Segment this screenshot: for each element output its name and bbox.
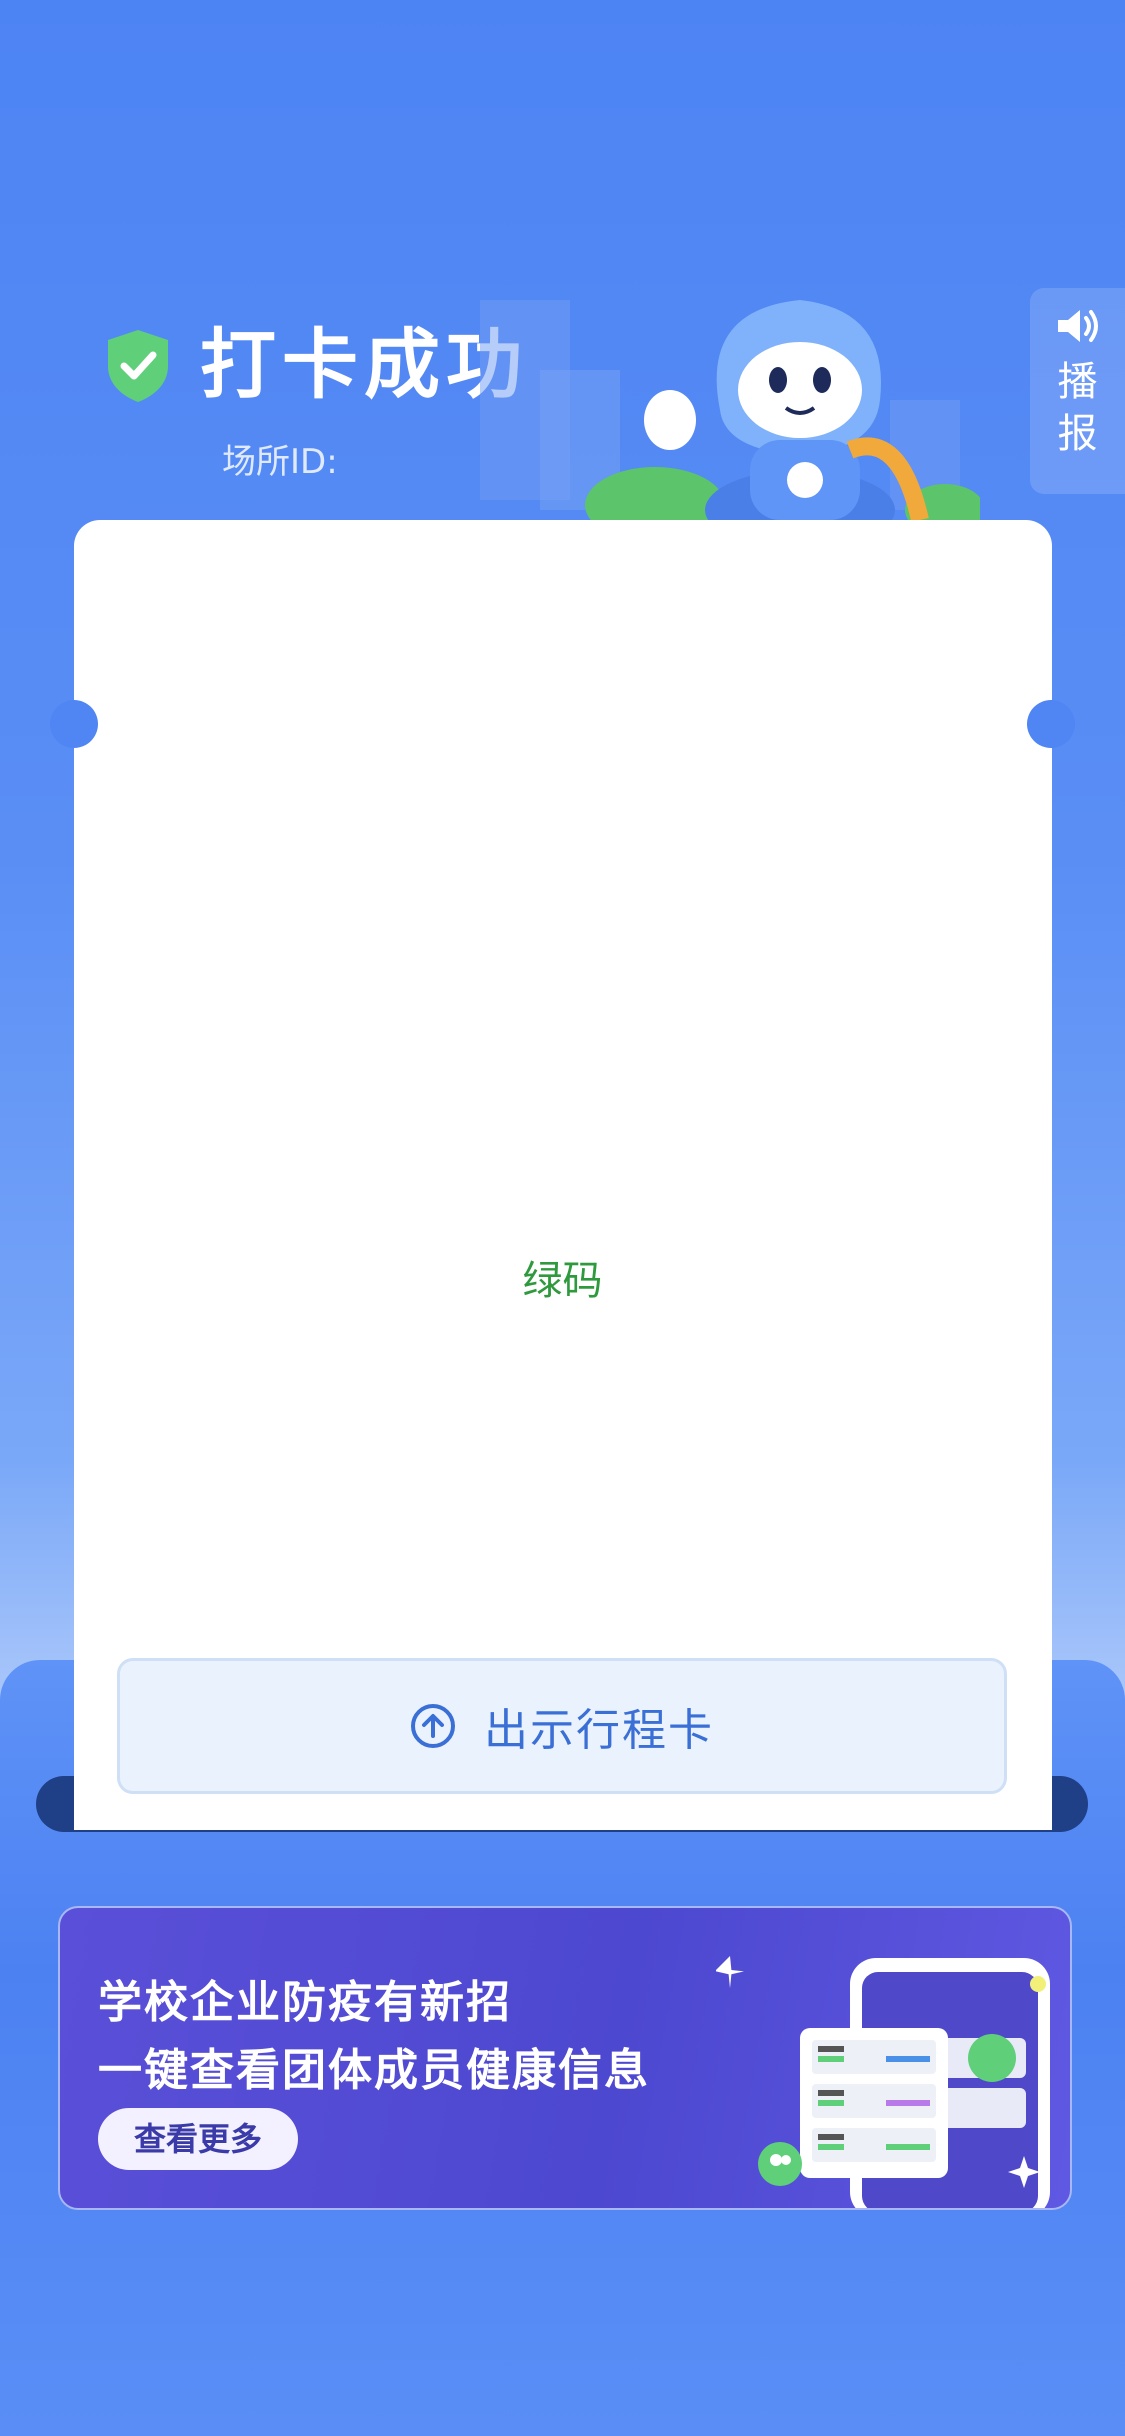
phone-illustration (716, 1956, 1050, 2208)
arrow-up-circle-icon (411, 1704, 455, 1748)
speaker-icon (1057, 310, 1098, 342)
show-itinerary-card-label: 出示行程卡 (484, 1705, 714, 1756)
banner-line-2: 一键查看团体成员健康信息 (98, 2045, 650, 2096)
view-more-button[interactable]: 查看更多 (98, 2108, 298, 2170)
promo-banner[interactable]: 学校企业防疫有新招 一键查看团体成员健康信息 查看更多 (58, 1906, 1072, 2210)
mascot-illustration (480, 300, 980, 530)
health-code-card (74, 520, 1052, 1830)
green-code-label: 绿码 (522, 1258, 603, 1304)
card-notch-right (1027, 700, 1075, 748)
broadcast-button[interactable]: 播报 (1030, 288, 1125, 494)
broadcast-label: 播报 (1057, 359, 1098, 457)
card-notch-left (50, 700, 98, 748)
venue-id-label: 场所ID: (222, 442, 338, 482)
show-itinerary-card-button[interactable]: 出示行程卡 (117, 1658, 1007, 1794)
shield-check-icon (108, 330, 168, 402)
banner-line-1: 学校企业防疫有新招 (98, 1977, 512, 2028)
